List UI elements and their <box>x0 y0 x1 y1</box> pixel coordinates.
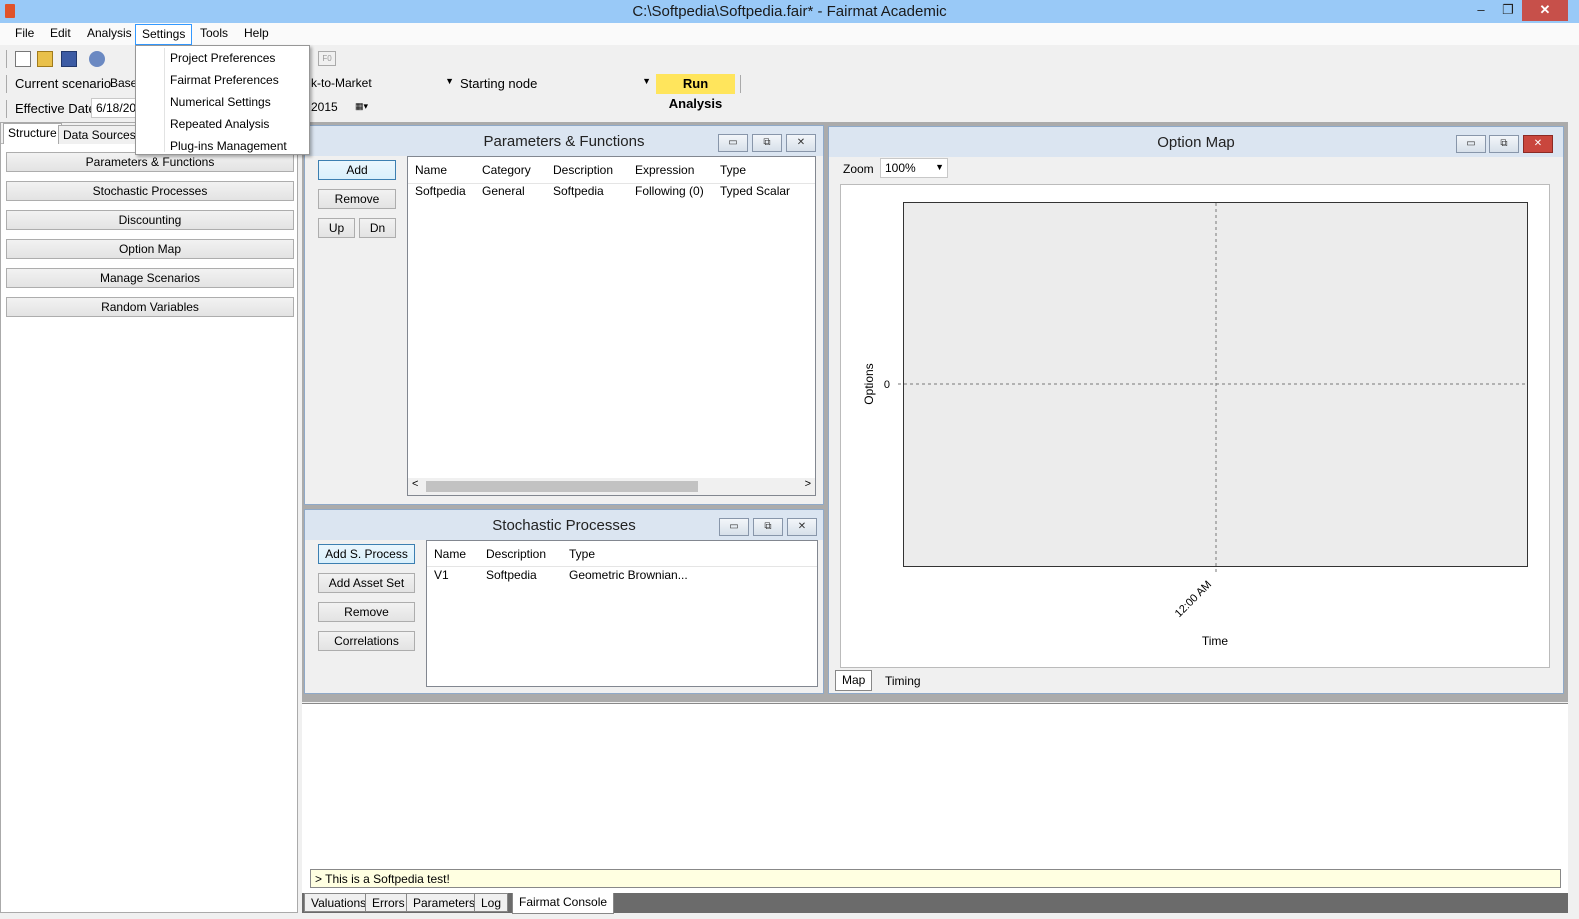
console-area <box>302 703 1568 893</box>
y-tick-label: 0 <box>884 379 890 391</box>
menu-item-fairmat-preferences[interactable]: Fairmat Preferences <box>170 73 279 87</box>
menu-gutter <box>164 48 165 152</box>
x-axis-label: Time <box>1202 634 1229 648</box>
menu-item-plugins-management[interactable]: Plug-ins Management <box>170 139 287 153</box>
tab-fairmat-console[interactable]: Fairmat Console <box>512 893 615 914</box>
y-axis-label: Options <box>862 363 876 404</box>
console-input[interactable]: > This is a Softpedia test! <box>310 869 1561 888</box>
menu-item-repeated-analysis[interactable]: Repeated Analysis <box>170 117 269 131</box>
tab-parameters[interactable]: Parameters <box>406 893 483 912</box>
tab-valuations[interactable]: Valuations <box>304 893 374 912</box>
x-tick-label: 12:00 AM <box>1173 579 1214 620</box>
tab-log[interactable]: Log <box>474 893 509 912</box>
tab-errors[interactable]: Errors <box>365 893 412 912</box>
menu-item-numerical-settings[interactable]: Numerical Settings <box>170 95 271 109</box>
menu-item-project-preferences[interactable]: Project Preferences <box>170 51 275 65</box>
settings-dropdown: Project Preferences Fairmat Preferences … <box>135 45 310 155</box>
bottom-tabstrip: Valuations Errors Parameters Log Fairmat… <box>302 893 1568 914</box>
